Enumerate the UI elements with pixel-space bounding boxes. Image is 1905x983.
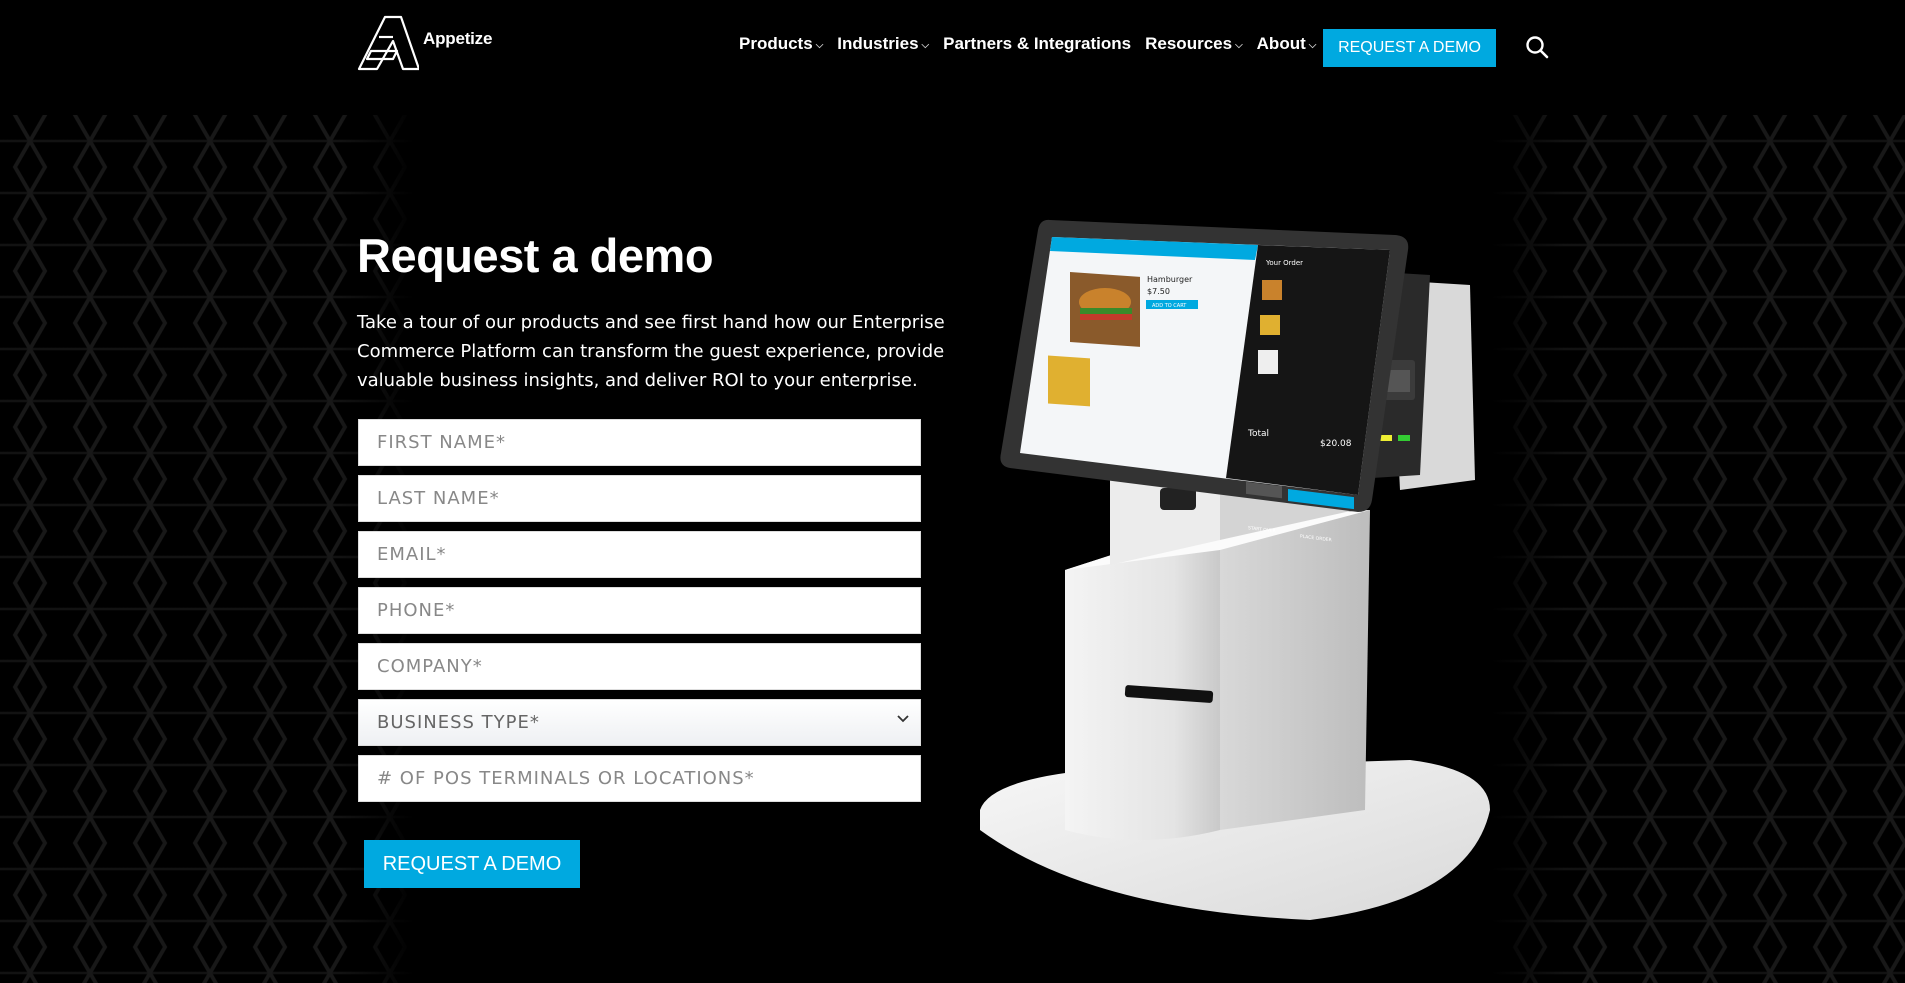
- chevron-down-icon: ⌵: [815, 39, 824, 51]
- chevron-down-icon: [897, 713, 909, 727]
- request-demo-header-button[interactable]: REQUEST A DEMO: [1323, 29, 1496, 67]
- business-type-value: BUSINESS TYPE*: [358, 699, 921, 746]
- request-demo-submit-button[interactable]: REQUEST A DEMO: [364, 840, 580, 888]
- nav-partners-label: Partners & Integrations: [943, 34, 1132, 53]
- last-name-field[interactable]: [358, 475, 921, 522]
- nav-resources-label: Resources: [1145, 34, 1233, 53]
- appetize-logo[interactable]: Appetize: [357, 15, 492, 71]
- business-type-select[interactable]: BUSINESS TYPE*: [358, 699, 921, 746]
- brand-name: Appetize: [423, 29, 493, 48]
- kiosk-total-value: $20.08: [1320, 439, 1352, 449]
- nav-about[interactable]: About ⌵: [1257, 34, 1317, 54]
- kiosk-your-order: Your Order: [1265, 259, 1303, 267]
- nav-industries-label: Industries: [837, 34, 919, 53]
- kiosk-total-label: Total: [1247, 429, 1269, 439]
- nav-resources[interactable]: Resources ⌵: [1145, 34, 1243, 54]
- phone-field[interactable]: [358, 587, 921, 634]
- first-name-field[interactable]: [358, 419, 921, 466]
- nav-about-label: About: [1256, 34, 1306, 53]
- site-header: Appetize Products ⌵ Industries ⌵ Partner…: [0, 0, 1905, 95]
- kiosk-item-price: $7.50: [1147, 287, 1170, 296]
- main-nav: Products ⌵ Industries ⌵ Partners & Integ…: [739, 34, 1330, 54]
- nav-partners[interactable]: Partners & Integrations: [943, 34, 1131, 54]
- kiosk-illustration: Hamburger $7.50 ADD TO CART Your Order T…: [970, 210, 1550, 930]
- pos-terminals-field[interactable]: [358, 755, 921, 802]
- page-title: Request a demo: [357, 229, 714, 282]
- email-field[interactable]: [358, 531, 921, 578]
- search-icon[interactable]: [1525, 35, 1549, 59]
- kiosk-item-name: Hamburger: [1147, 275, 1193, 284]
- chevron-down-icon: ⌵: [921, 39, 930, 51]
- chevron-down-icon: ⌵: [1235, 39, 1243, 51]
- chevron-down-icon: ⌵: [1308, 39, 1317, 51]
- nav-industries[interactable]: Industries ⌵: [837, 34, 929, 54]
- kiosk-add-to-cart: ADD TO CART: [1152, 303, 1187, 309]
- nav-products[interactable]: Products ⌵: [739, 34, 823, 54]
- company-field[interactable]: [358, 643, 921, 690]
- nav-products-label: Products: [739, 34, 813, 53]
- page-description: Take a tour of our products and see firs…: [357, 312, 945, 391]
- appetize-logo-icon: [357, 15, 419, 71]
